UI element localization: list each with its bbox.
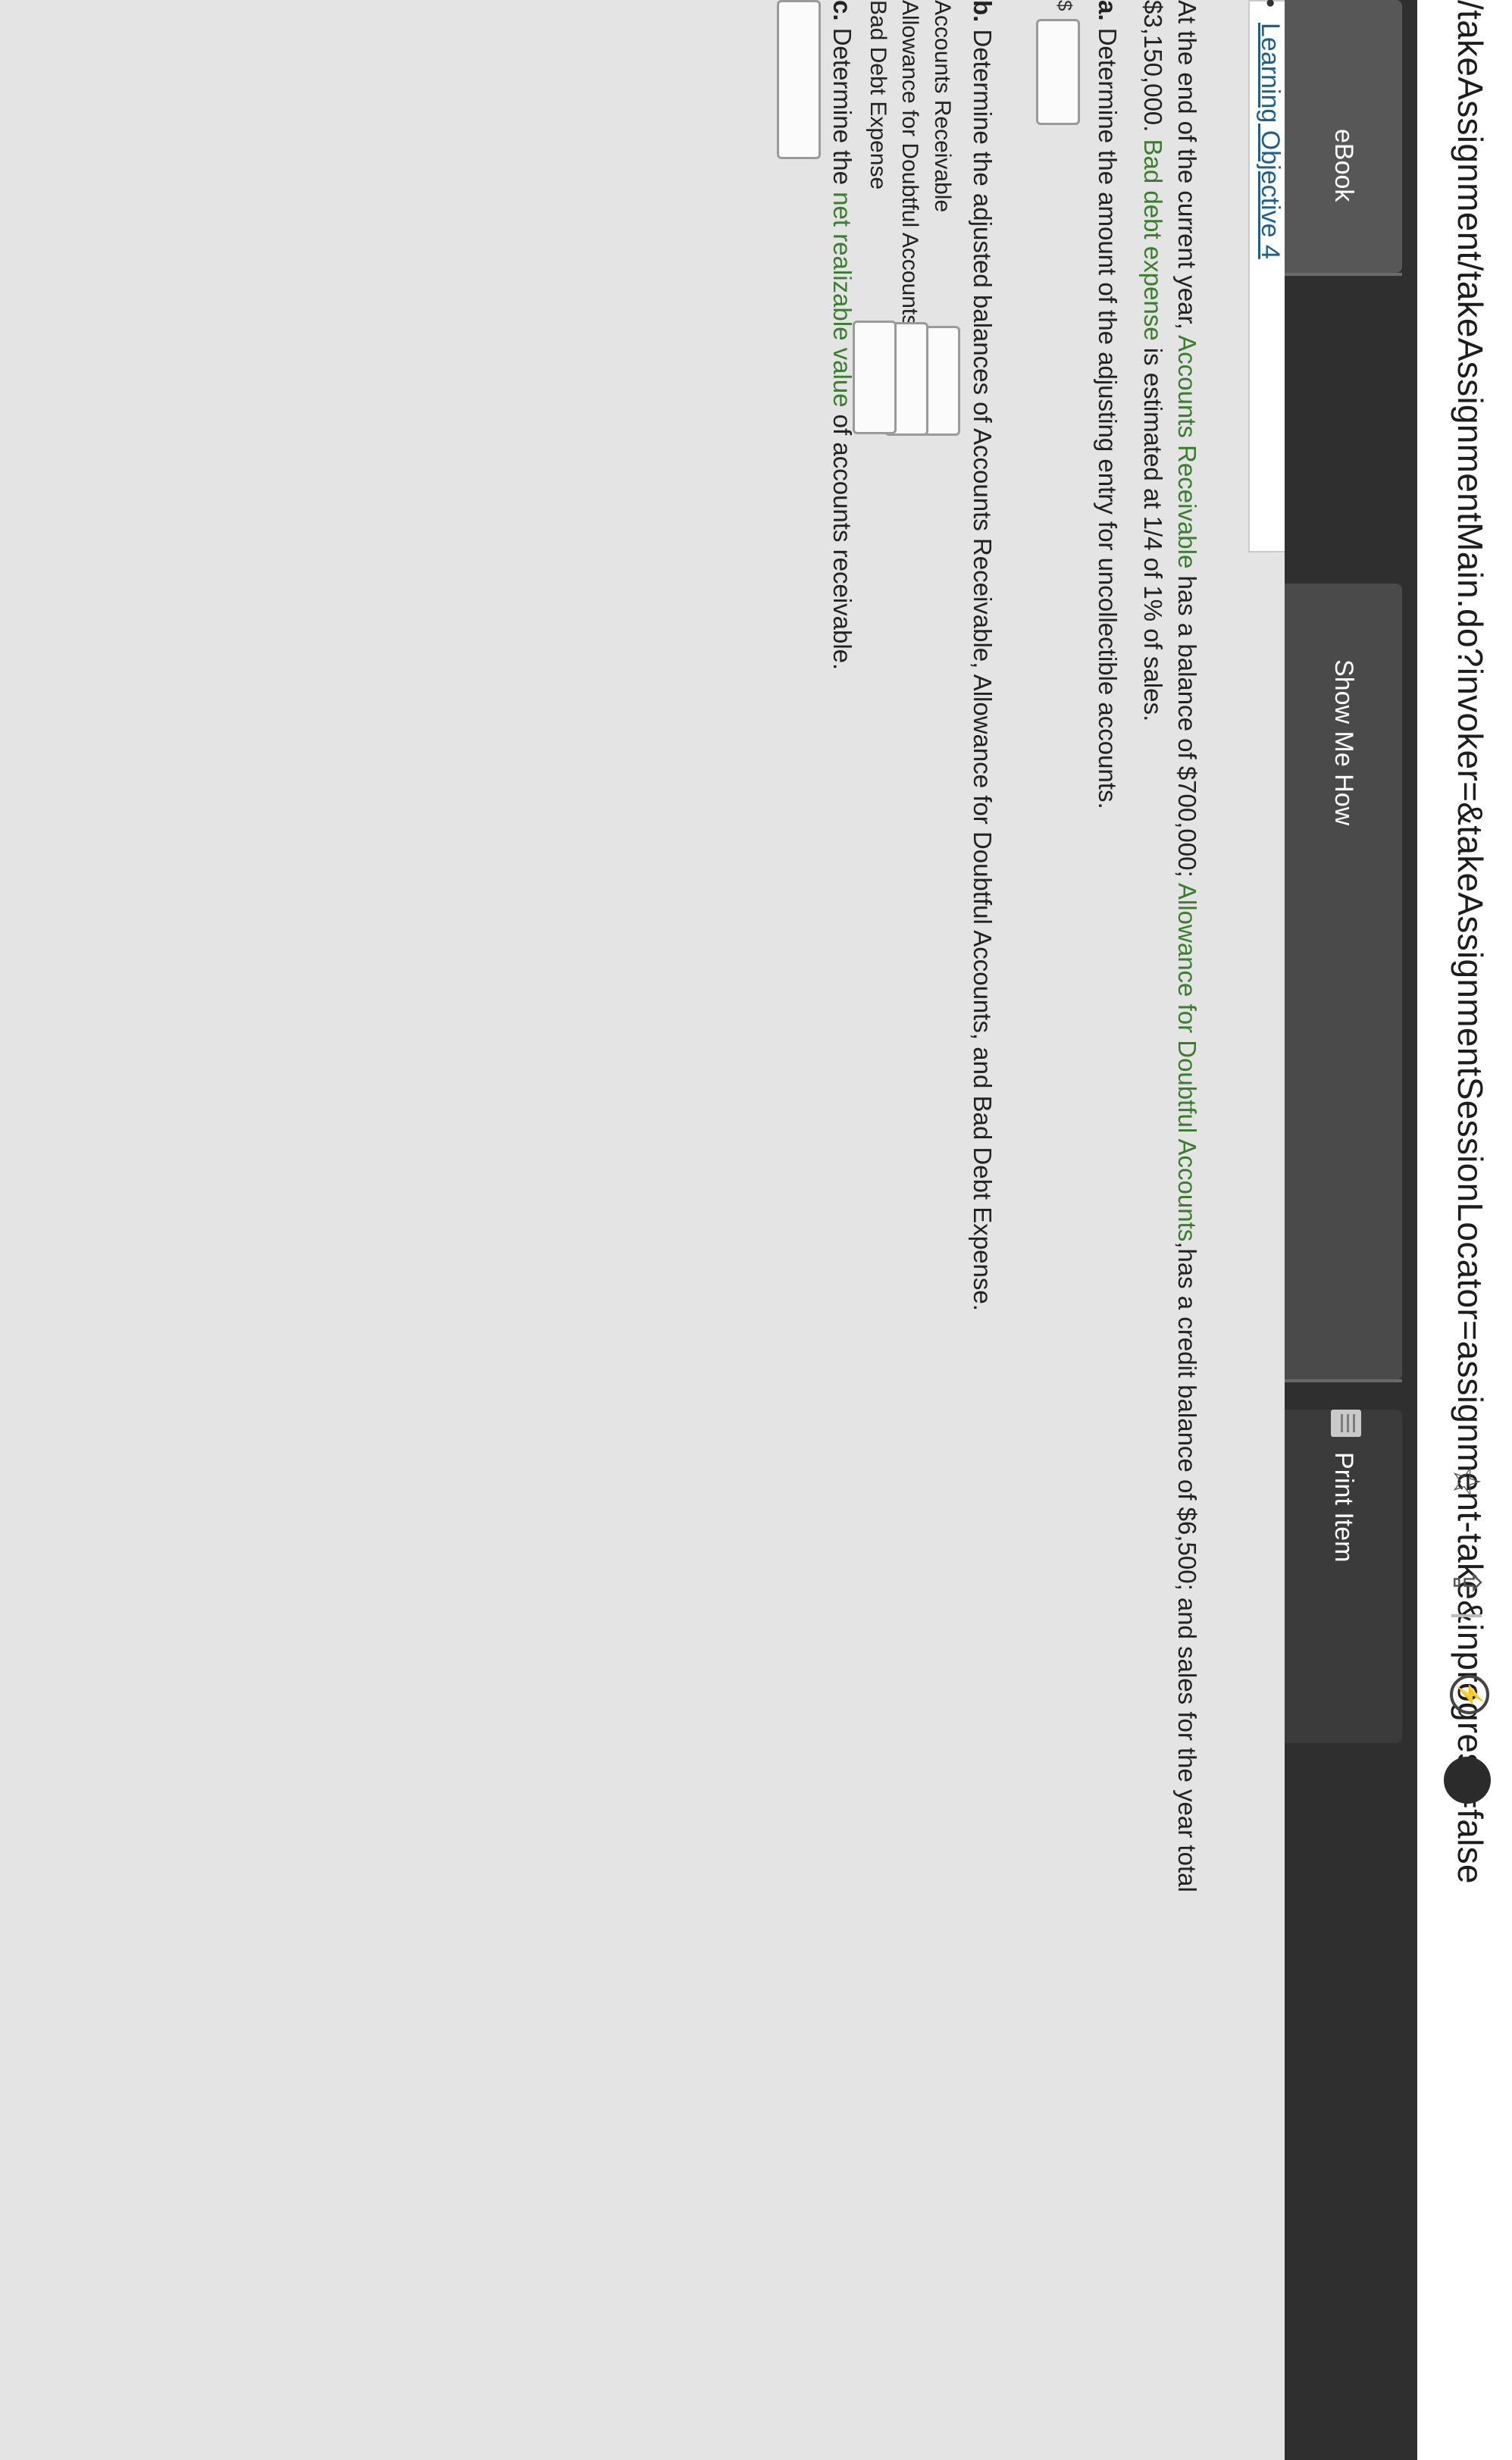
part-b-question: b. Determine the adjusted balances of Ac… — [968, 0, 997, 1311]
tab-ebook[interactable]: eBook — [1285, 0, 1402, 273]
row-label-accounts-receivable: Accounts Receivable — [930, 0, 955, 213]
browser-url-bar[interactable]: /takeAssignment/takeAssignmentMain.do?in… — [1417, 0, 1512, 2460]
intro-text: $3,150,000. — [1139, 0, 1167, 139]
term-accounts-receivable[interactable]: Accounts Receivable — [1173, 335, 1201, 568]
part-c-input[interactable] — [777, 0, 821, 159]
term-bad-debt-expense[interactable]: Bad debt expense — [1139, 139, 1167, 341]
toolbar-divider — [1451, 1614, 1482, 1617]
tab-show-me-how[interactable]: Show Me How — [1285, 584, 1402, 1380]
part-c-text: Determine the — [828, 20, 856, 192]
screen-view: /takeAssignment/takeAssignmentMain.do?in… — [0, 0, 1512, 2460]
row-label-allowance: Allowance for Doubtful Accounts — [897, 0, 922, 327]
intro-text: ,has a credit balance of $6,500; and sal… — [1173, 1241, 1201, 1892]
bad-debt-expense-input[interactable] — [853, 321, 897, 434]
print-icon — [1331, 1410, 1361, 1437]
extension-icon[interactable]: ⚡ — [1450, 1675, 1489, 1714]
intro-text: At the end of the current year, — [1173, 0, 1201, 336]
intro-text: is estimated at 1/4 of 1% of sales. — [1139, 340, 1167, 722]
problem-intro-line-2: $3,150,000. Bad debt expense is estimate… — [1138, 0, 1167, 721]
part-a-question: a. Determine the amount of the adjusting… — [1093, 0, 1122, 809]
bookmark-star-icon[interactable]: ☆ — [1444, 1459, 1489, 1504]
tab-show-me-how-label: Show Me How — [1329, 659, 1358, 826]
row-label-bad-debt-expense: Bad Debt Expense — [866, 0, 891, 190]
learning-objective-link[interactable]: Learning Objective 4 — [1255, 23, 1285, 259]
tab-print-item[interactable]: Print Item — [1285, 1410, 1402, 1743]
tab-print-item-label: Print Item — [1329, 1452, 1358, 1563]
part-b-letter: b. — [969, 0, 997, 23]
part-a-letter: a. — [1094, 0, 1122, 21]
share-icon[interactable]: ⇪ — [1444, 1560, 1489, 1605]
bullet: • — [1256, 0, 1285, 8]
tab-divider — [1285, 1379, 1402, 1382]
term-allowance-doubtful[interactable]: Allowance for Doubtful Accounts — [1173, 883, 1201, 1241]
currency-symbol: $ — [1053, 0, 1076, 11]
part-b-text: Determine the adjusted balances of Accou… — [969, 22, 997, 1311]
tab-divider — [1285, 273, 1402, 276]
part-c-letter: c. — [828, 0, 856, 21]
part-c-text: of accounts receivable. — [828, 407, 856, 671]
term-net-realizable-value[interactable]: net realizable value — [828, 192, 856, 407]
part-c-question: c. Determine the net realizable value of… — [828, 0, 856, 670]
intro-text: has a balance of $700,000; — [1173, 568, 1201, 883]
learning-objective-panel: • Learning Objective 4 — [1248, 0, 1285, 552]
assignment-toolbar: eBook Show Me How Print Item — [1285, 0, 1417, 2460]
tab-ebook-label: eBook — [1329, 129, 1358, 202]
part-a-text: Determine the amount of the adjusting en… — [1094, 20, 1122, 809]
part-a-input[interactable] — [1036, 19, 1080, 125]
profile-avatar[interactable] — [1444, 1757, 1491, 1804]
problem-intro-line-1: At the end of the current year, Accounts… — [1172, 0, 1201, 1892]
